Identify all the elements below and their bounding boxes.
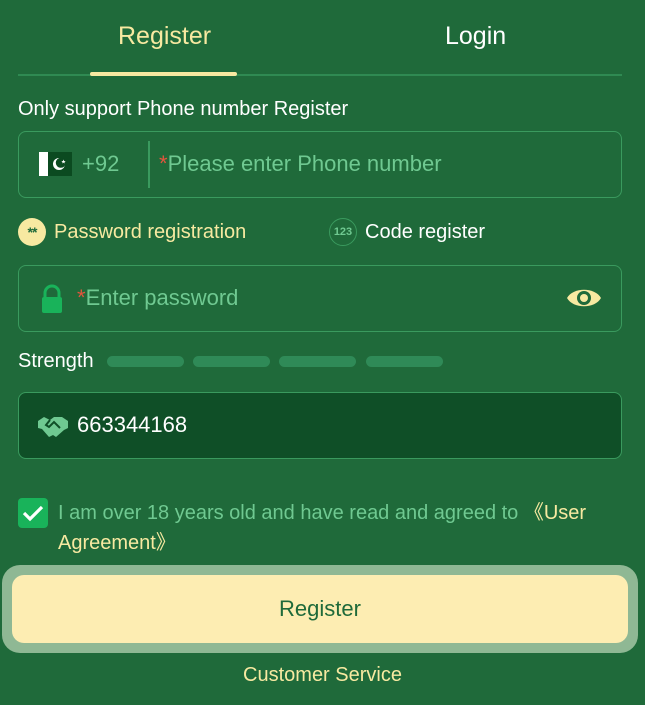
register-page: Register Login Only support Phone number… <box>0 0 645 705</box>
agreement-statement: I am over 18 years old and have read and… <box>58 502 524 524</box>
strength-bar-4 <box>366 356 443 367</box>
invite-code-input[interactable]: 663344168 <box>77 411 187 439</box>
phone-placeholder: Please enter Phone number <box>167 151 442 176</box>
register-button-frame: Register <box>2 565 638 653</box>
register-button[interactable]: Register <box>12 575 628 643</box>
handshake-icon <box>38 417 68 437</box>
tab-register[interactable]: Register <box>118 18 211 54</box>
lock-icon <box>42 284 62 313</box>
country-code[interactable]: +92 <box>82 150 119 178</box>
code-register-label: Code register <box>365 221 486 243</box>
agreement-text: I am over 18 years old and have read and… <box>58 498 618 558</box>
pakistan-flag-icon[interactable] <box>39 152 72 176</box>
required-mark: * <box>77 285 86 310</box>
phone-divider <box>148 141 150 188</box>
invite-code-field[interactable]: 663344168 <box>18 392 622 459</box>
password-mode-icon: ** <box>18 218 46 246</box>
checkmark-icon <box>22 505 44 522</box>
password-input[interactable]: *Enter password <box>77 284 238 312</box>
active-tab-indicator <box>90 72 237 76</box>
password-registration-option[interactable]: ** Password registration <box>18 217 246 247</box>
customer-service-link[interactable]: Customer Service <box>0 662 645 688</box>
phone-input[interactable]: *Please enter Phone number <box>159 150 442 178</box>
password-field[interactable]: *Enter password <box>18 265 622 332</box>
strength-bar-2 <box>193 356 270 367</box>
code-register-option[interactable]: 123 Code register <box>329 217 485 247</box>
code-mode-icon: 123 <box>329 218 357 246</box>
strength-bar-3 <box>279 356 356 367</box>
phone-field[interactable]: +92 *Please enter Phone number <box>18 131 622 198</box>
strength-bar-1 <box>107 356 184 367</box>
required-mark: * <box>159 151 168 176</box>
auth-tabs: Register Login <box>18 0 622 76</box>
support-label: Only support Phone number Register <box>18 98 349 120</box>
tab-login[interactable]: Login <box>445 18 506 54</box>
password-placeholder: Enter password <box>85 285 239 310</box>
strength-label: Strength <box>18 350 94 372</box>
eye-icon[interactable] <box>565 284 603 312</box>
password-registration-label: Password registration <box>54 221 247 243</box>
agreement-checkbox[interactable] <box>18 498 48 528</box>
